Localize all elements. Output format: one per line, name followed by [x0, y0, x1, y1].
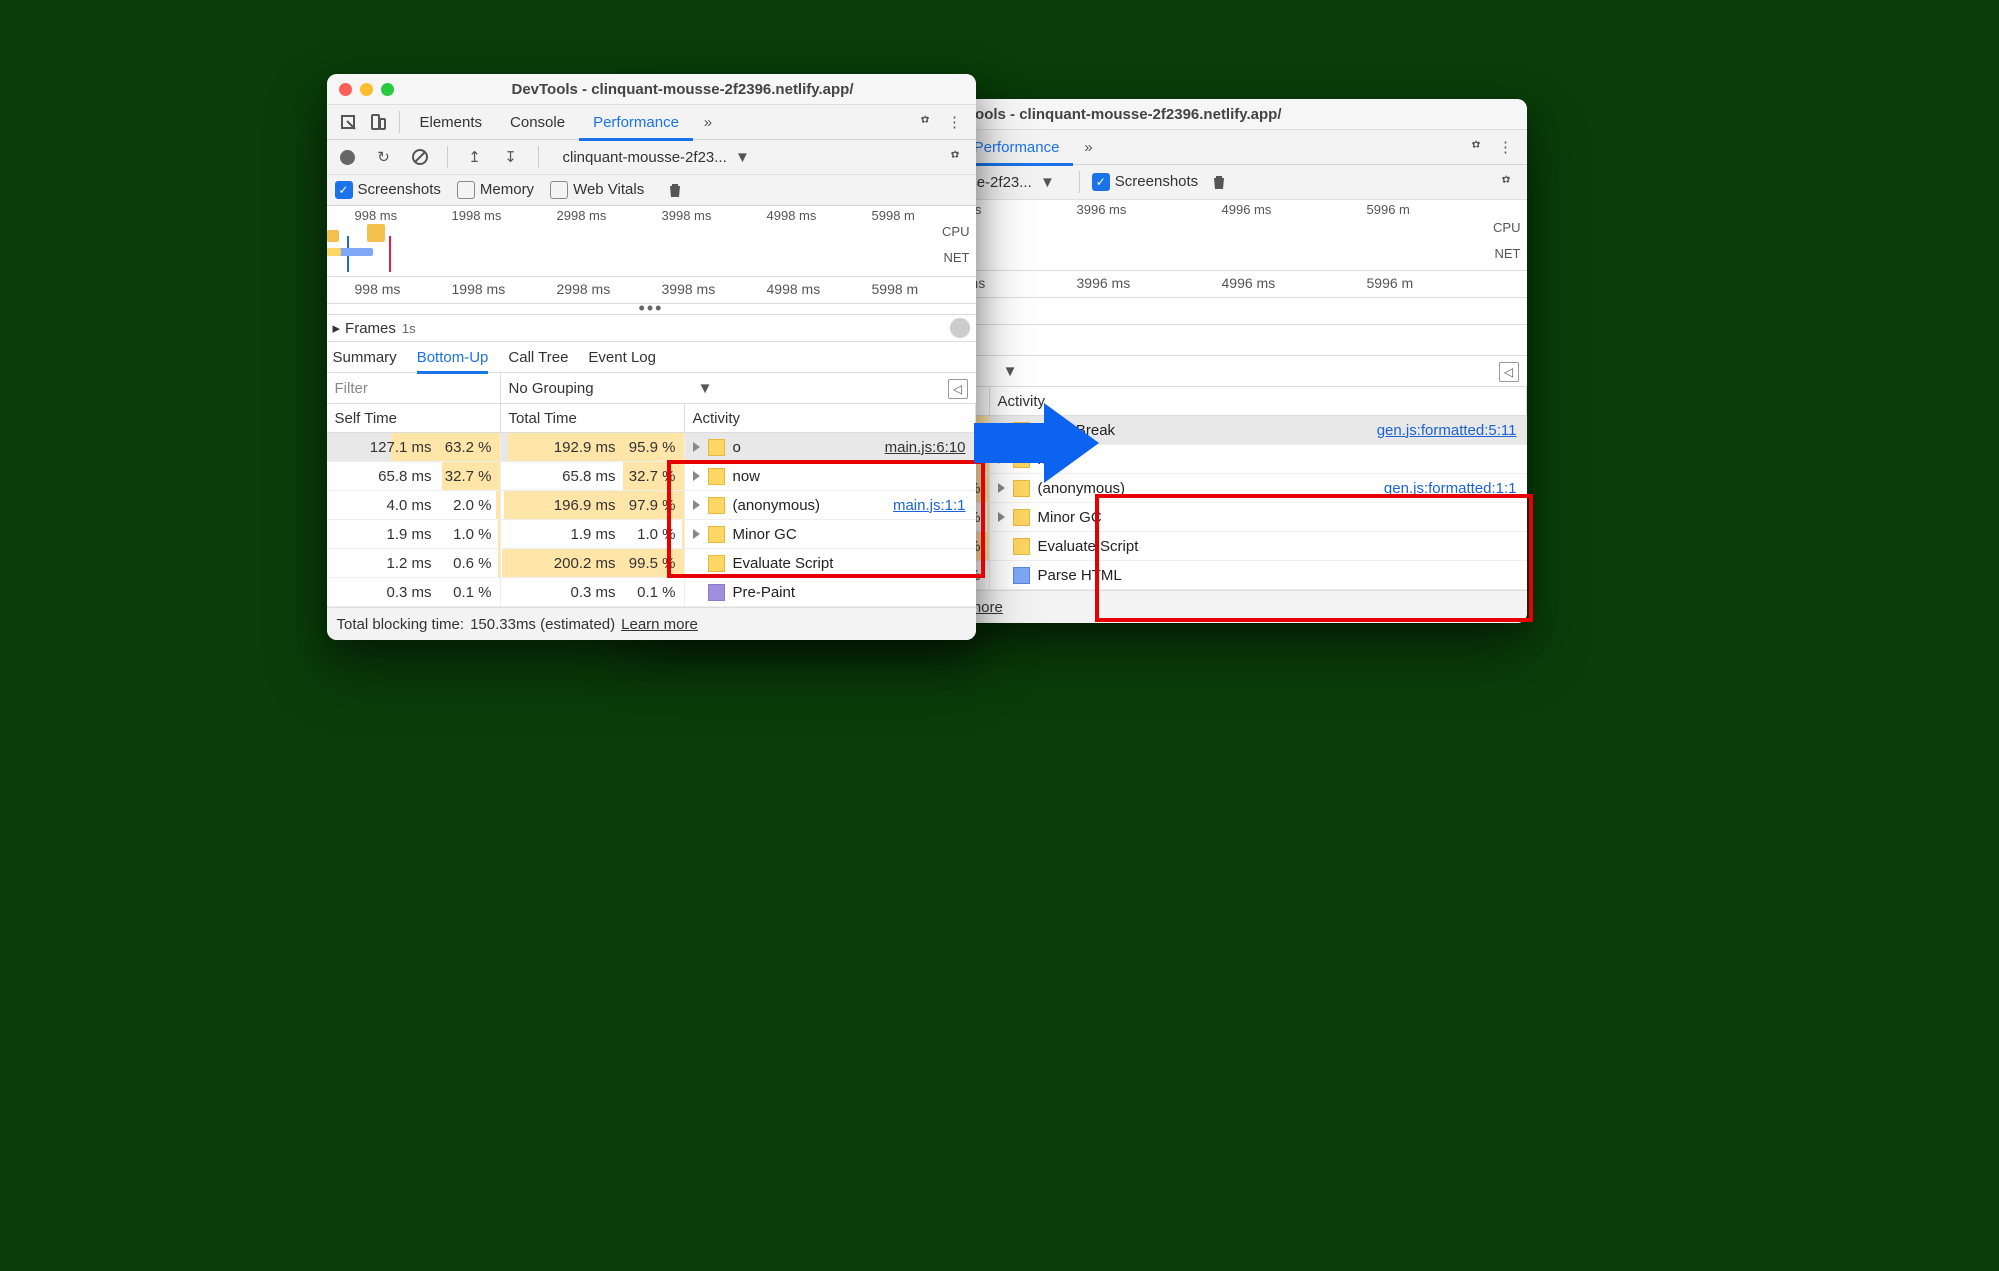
tab-event-log[interactable]: Event Log — [588, 342, 656, 372]
category-swatch-icon — [708, 526, 725, 543]
minimize-icon[interactable] — [360, 83, 373, 96]
tab-strip: Elements Console Performance » ⋮ — [327, 105, 976, 140]
source-link[interactable]: gen.js:formatted:5:11 — [1377, 422, 1527, 439]
kebab-icon[interactable]: ⋮ — [1491, 132, 1521, 162]
tab-performance[interactable]: Performance — [579, 104, 693, 141]
kebab-icon[interactable]: ⋮ — [940, 107, 970, 137]
trash-icon[interactable] — [1204, 167, 1234, 197]
activity-cell[interactable]: omain.js:6:10 — [685, 433, 976, 461]
screenshots-checkbox[interactable]: ✓Screenshots — [335, 181, 441, 199]
chevron-right-icon: ▸ — [333, 319, 341, 337]
close-icon[interactable] — [339, 83, 352, 96]
detail-tabs: Summary Bottom-Up Call Tree Event Log — [327, 342, 976, 373]
learn-more-link[interactable]: Learn more — [621, 616, 698, 633]
frames-row[interactable]: ▸ Frames 1s — [327, 315, 976, 342]
trash-icon[interactable] — [660, 175, 690, 205]
category-swatch-icon — [708, 468, 725, 485]
col-activity[interactable]: Activity — [685, 404, 976, 432]
gear-icon[interactable] — [1491, 167, 1521, 197]
more-tabs-icon[interactable]: » — [693, 107, 723, 137]
gear-icon[interactable] — [1461, 132, 1491, 162]
chevron-right-icon[interactable] — [693, 471, 700, 481]
devtools-window-front: DevTools - clinquant-mousse-2f2396.netli… — [327, 74, 976, 640]
window-title: DevTools - clinquant-mousse-2f2396.netli… — [402, 81, 964, 98]
tab-summary[interactable]: Summary — [333, 342, 397, 372]
table-row[interactable]: 1.9 ms1.0 % 1.9 ms1.0 % Minor GC — [327, 520, 976, 549]
col-total-time[interactable]: Total Time — [501, 404, 685, 432]
download-icon[interactable]: ↧ — [496, 142, 526, 172]
source-link[interactable]: main.js:1:1 — [893, 497, 976, 514]
chevron-down-icon: ▼ — [1003, 363, 1018, 380]
inspect-icon[interactable] — [333, 107, 363, 137]
reload-icon[interactable]: ↻ — [369, 142, 399, 172]
url-selector[interactable]: clinquant-mousse-2f23... ▼ — [551, 149, 762, 166]
tab-elements[interactable]: Elements — [406, 105, 497, 139]
tab-performance[interactable]: Performance — [960, 129, 1074, 166]
activity-cell[interactable]: Evaluate Script — [685, 549, 976, 577]
table-header: Self Time Total Time Activity — [327, 404, 976, 433]
source-link[interactable]: gen.js:formatted:1:1 — [1384, 480, 1527, 497]
category-swatch-icon — [708, 555, 725, 572]
resize-handle-icon[interactable]: ••• — [327, 304, 976, 315]
overview-ruler[interactable]: 998 ms 1998 ms 2998 ms 3998 ms 4998 ms 5… — [327, 206, 976, 277]
source-link[interactable]: main.js:6:10 — [885, 439, 976, 456]
tab-console[interactable]: Console — [496, 105, 579, 139]
table-row[interactable]: 4.0 ms2.0 % 196.9 ms97.9 % (anonymous)ma… — [327, 491, 976, 520]
marker-end[interactable] — [389, 236, 391, 272]
gear-icon[interactable] — [910, 107, 940, 137]
chevron-down-icon: ▼ — [1040, 174, 1055, 191]
arrow-icon — [974, 398, 1104, 488]
options-row: ✓Screenshots Memory Web Vitals — [327, 175, 976, 206]
activity-cell[interactable]: Minor GC — [685, 520, 976, 548]
screenshots-checkbox[interactable]: ✓Screenshots — [1092, 173, 1198, 191]
activity-cell[interactable]: Minor GC — [990, 503, 1527, 531]
chevron-right-icon[interactable] — [693, 500, 700, 510]
table-row[interactable]: 1.2 ms0.6 % 200.2 ms99.5 % Evaluate Scri… — [327, 549, 976, 578]
memory-checkbox[interactable]: Memory — [457, 181, 534, 199]
upload-icon[interactable]: ↥ — [460, 142, 490, 172]
chevron-down-icon: ▼ — [735, 149, 750, 166]
chevron-right-icon[interactable] — [693, 529, 700, 539]
sidebar-toggle-icon[interactable]: ◁ — [948, 379, 968, 399]
gear-icon[interactable] — [940, 142, 970, 172]
category-swatch-icon — [1013, 509, 1030, 526]
scroll-thumb[interactable] — [950, 318, 970, 338]
device-icon[interactable] — [363, 107, 393, 137]
chevron-right-icon[interactable] — [693, 442, 700, 452]
table-row[interactable]: 0.3 ms0.1 % 0.3 ms0.1 % Pre-Paint — [327, 578, 976, 607]
clear-icon[interactable] — [405, 142, 435, 172]
more-tabs-icon[interactable]: » — [1073, 132, 1103, 162]
chevron-right-icon[interactable] — [998, 512, 1005, 522]
category-swatch-icon — [1013, 567, 1030, 584]
category-swatch-icon — [708, 497, 725, 514]
category-swatch-icon — [1013, 538, 1030, 555]
record-icon[interactable] — [333, 142, 363, 172]
activity-cell[interactable]: (anonymous)main.js:1:1 — [685, 491, 976, 519]
activity-cell[interactable]: Parse HTML — [990, 561, 1527, 589]
time-ruler[interactable]: 998 ms 1998 ms 2998 ms 3998 ms 4998 ms 5… — [327, 277, 976, 304]
maximize-icon[interactable] — [381, 83, 394, 96]
titlebar: DevTools - clinquant-mousse-2f2396.netli… — [327, 74, 976, 105]
sidebar-toggle-icon[interactable]: ◁ — [1499, 362, 1519, 382]
filter-input[interactable]: Filter — [327, 373, 501, 403]
tab-bottom-up[interactable]: Bottom-Up — [417, 341, 489, 374]
grouping-select[interactable]: No Grouping▼ — [501, 380, 713, 397]
col-self-time[interactable]: Self Time — [327, 404, 501, 432]
activity-cell[interactable]: Evaluate Script — [990, 532, 1527, 560]
category-swatch-icon — [708, 584, 725, 601]
table-row[interactable]: 65.8 ms32.7 % 65.8 ms32.7 % now — [327, 462, 976, 491]
chevron-down-icon: ▼ — [698, 380, 713, 397]
activity-cell[interactable]: Pre-Paint — [685, 578, 976, 606]
activity-cell[interactable]: now — [685, 462, 976, 490]
category-swatch-icon — [708, 439, 725, 456]
web-vitals-checkbox[interactable]: Web Vitals — [550, 181, 644, 199]
footer: Total blocking time: 150.33ms (estimated… — [327, 607, 976, 640]
tab-call-tree[interactable]: Call Tree — [508, 342, 568, 372]
table-row[interactable]: 127.1 ms63.2 % 192.9 ms95.9 % omain.js:6… — [327, 433, 976, 462]
